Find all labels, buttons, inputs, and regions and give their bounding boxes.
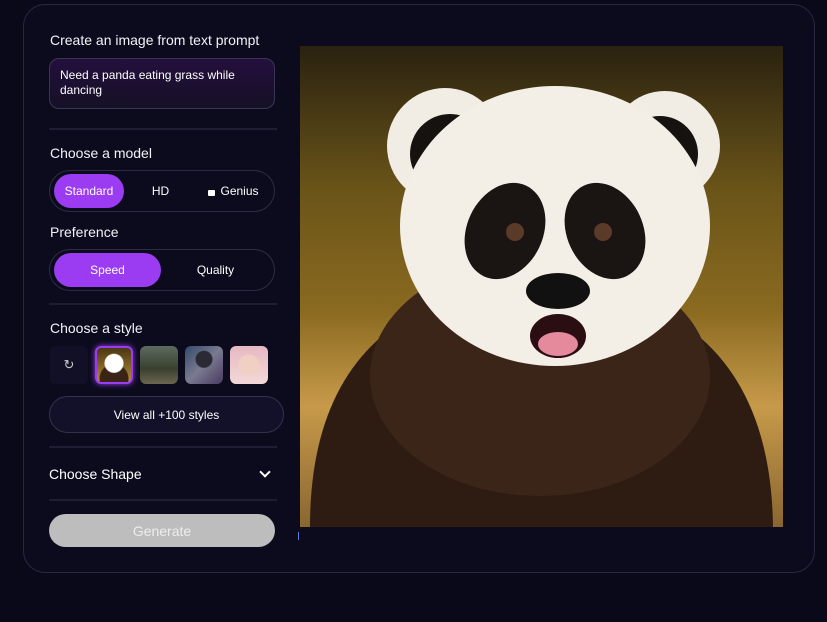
style-panda[interactable] — [95, 346, 133, 384]
style-heading: Choose a style — [50, 320, 143, 336]
style-anime-girl[interactable] — [230, 346, 268, 384]
text-cursor — [298, 532, 299, 540]
preference-heading: Preference — [50, 224, 119, 240]
style-none-reset-icon[interactable]: ↻ — [50, 346, 88, 384]
model-genius[interactable]: Genius — [197, 174, 270, 208]
preference-selector: Speed Quality — [49, 249, 275, 291]
model-heading: Choose a model — [50, 145, 152, 161]
model-genius-label: Genius — [220, 184, 259, 198]
model-standard[interactable]: Standard — [54, 174, 124, 208]
generate-button[interactable]: Generate — [49, 514, 275, 547]
panda-image — [310, 86, 773, 527]
model-hd[interactable]: HD — [124, 174, 197, 208]
style-robot[interactable] — [185, 346, 223, 384]
prompt-heading: Create an image from text prompt — [50, 32, 260, 48]
divider — [49, 446, 277, 448]
preference-speed[interactable]: Speed — [54, 253, 161, 287]
shape-heading: Choose Shape — [49, 466, 142, 482]
generated-image — [300, 46, 783, 527]
chevron-down-icon — [259, 466, 271, 478]
preference-quality[interactable]: Quality — [161, 253, 270, 287]
divider — [49, 303, 277, 305]
view-all-styles-button[interactable]: View all +100 styles — [49, 396, 284, 433]
divider — [49, 499, 277, 501]
shape-dropdown[interactable]: Choose Shape — [49, 462, 275, 486]
lock-icon — [208, 189, 216, 196]
style-forest[interactable] — [140, 346, 178, 384]
model-selector: Standard HD Genius — [49, 170, 275, 212]
prompt-input[interactable]: Need a panda eating grass while dancing — [49, 58, 275, 109]
divider — [49, 128, 277, 130]
